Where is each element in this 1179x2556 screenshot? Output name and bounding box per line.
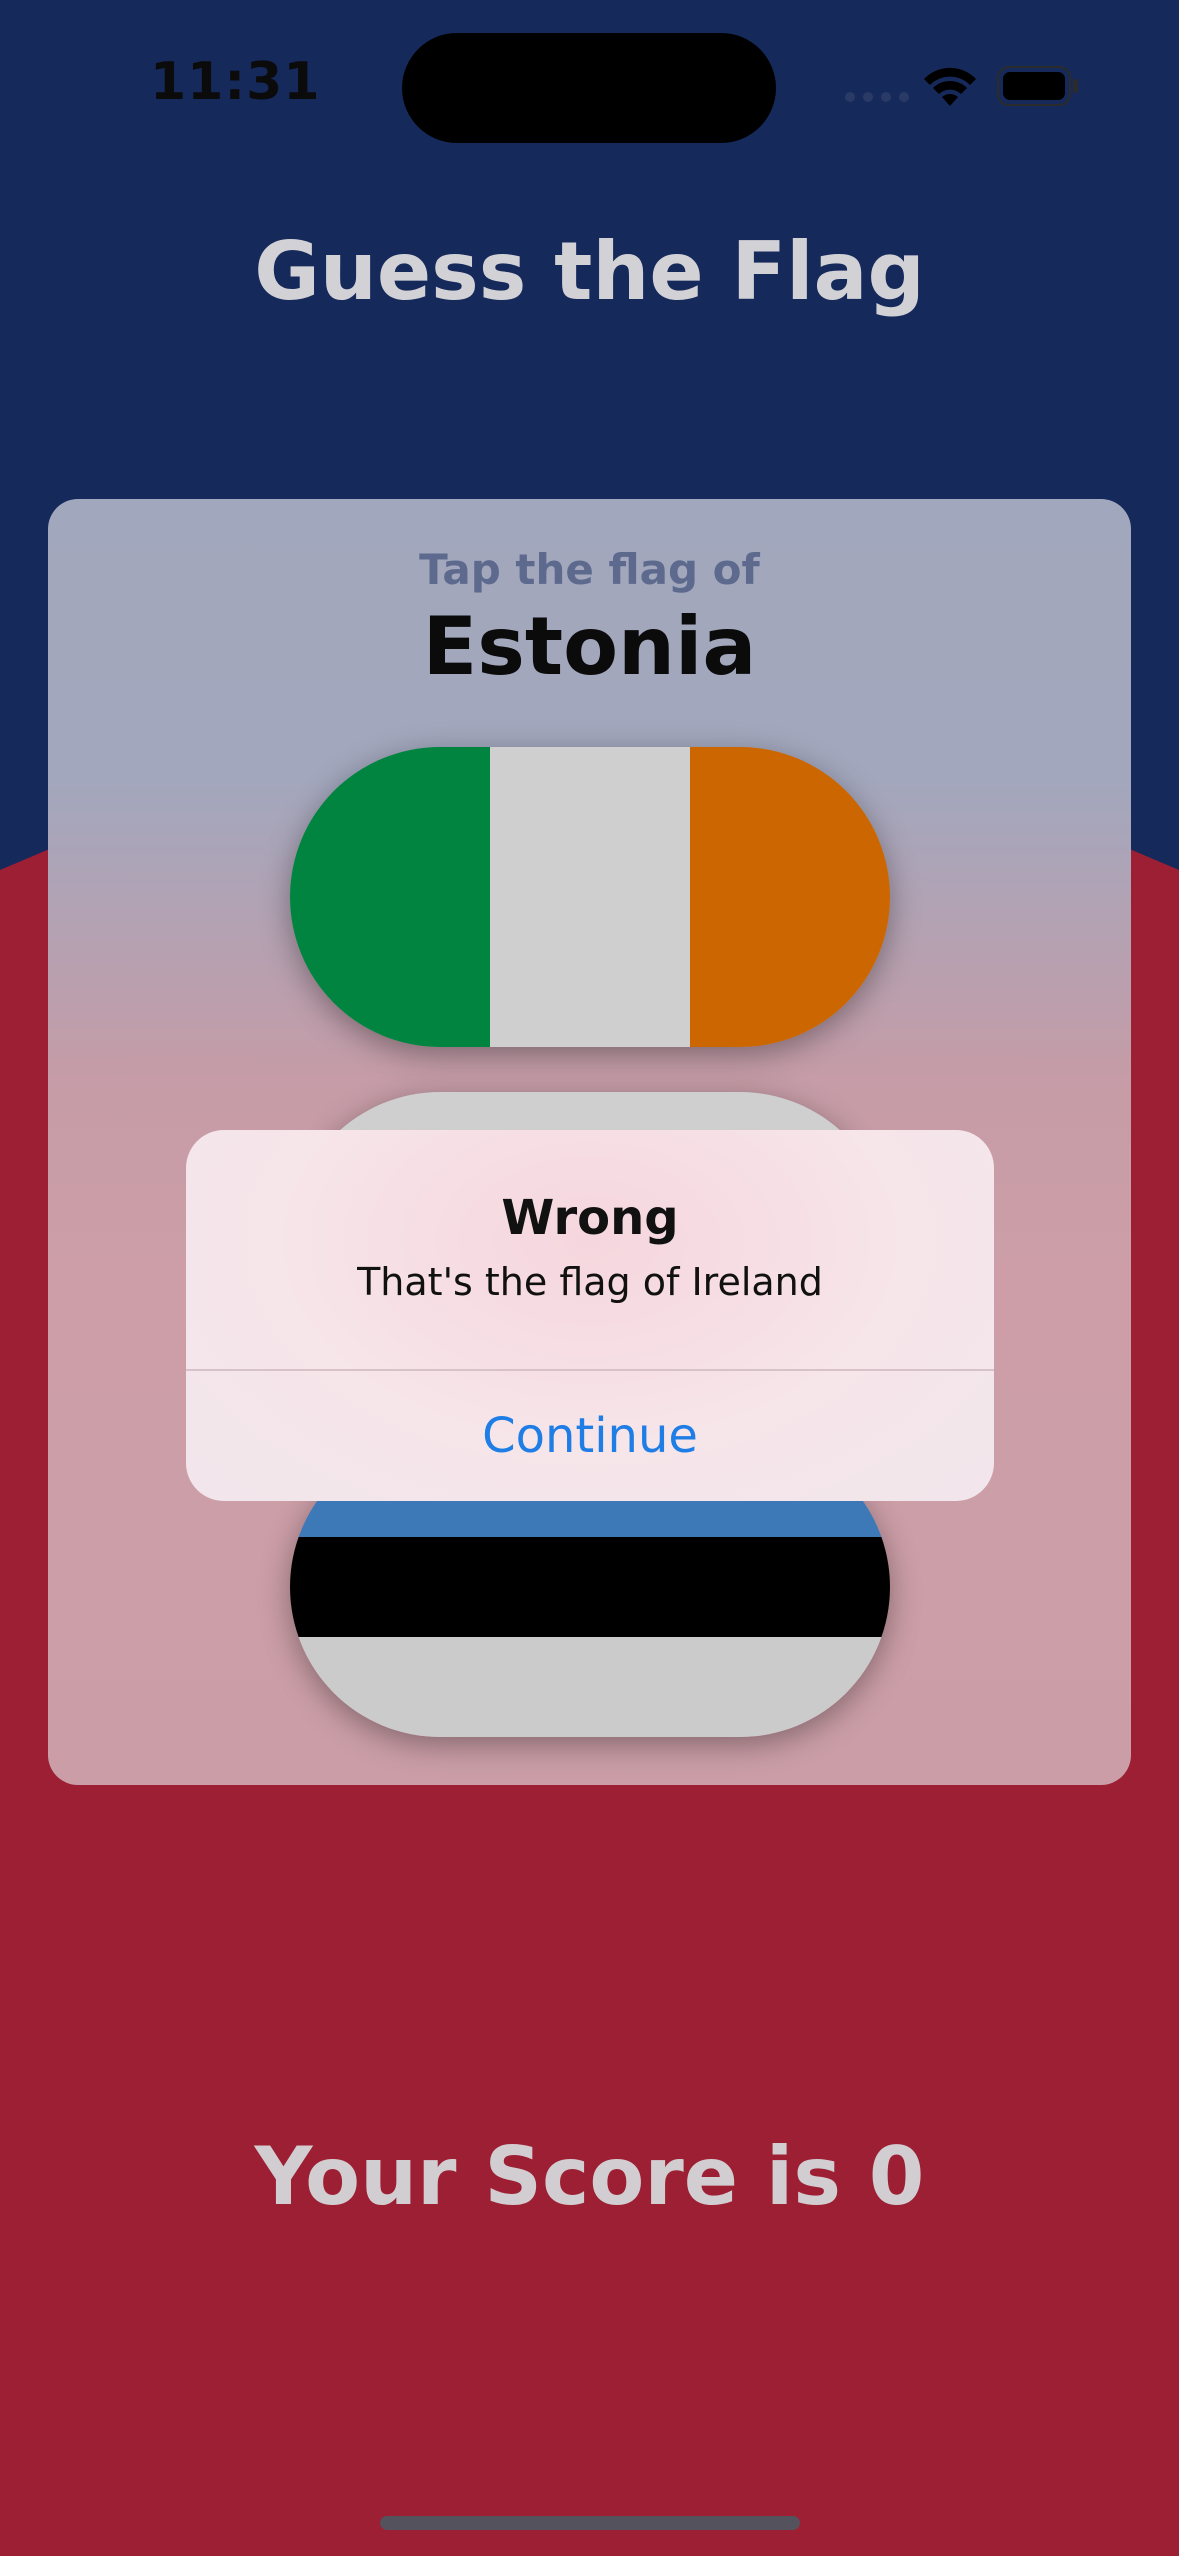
flag-stripe <box>290 1537 890 1637</box>
wifi-icon <box>924 67 976 106</box>
wrong-answer-alert: Wrong That's the flag of Ireland Continu… <box>186 1130 994 1501</box>
battery-icon <box>997 66 1078 106</box>
home-indicator[interactable] <box>380 2516 800 2530</box>
continue-button[interactable]: Continue <box>186 1371 994 1501</box>
flag-stripe <box>490 747 690 1047</box>
dynamic-island <box>402 33 776 143</box>
score-label: Your Score is 0 <box>254 2130 925 2223</box>
flag-stripe <box>290 1637 890 1737</box>
page-title: Guess the Flag <box>254 225 925 318</box>
cellular-dots-icon <box>845 92 909 102</box>
ireland-flag-button[interactable] <box>290 747 890 1047</box>
target-country: Estonia <box>422 600 757 693</box>
status-bar: 11:31 <box>0 0 1179 170</box>
question-prompt: Tap the flag of <box>419 545 760 594</box>
alert-message: That's the flag of Ireland <box>357 1260 823 1304</box>
alert-title: Wrong <box>501 1190 679 1246</box>
status-time: 11:31 <box>150 52 321 112</box>
